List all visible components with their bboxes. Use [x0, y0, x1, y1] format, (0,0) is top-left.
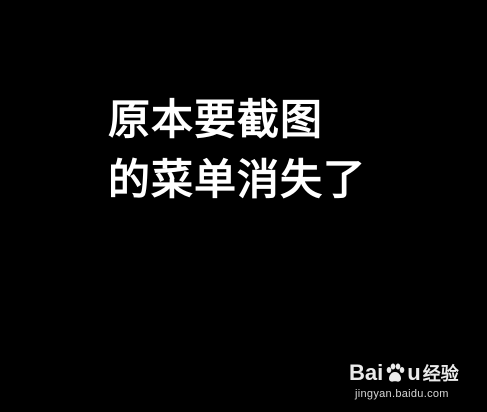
- paw-icon: [386, 363, 405, 382]
- watermark-brand: Bai u 经验: [349, 360, 459, 386]
- caption-line-1: 原本要截图: [108, 95, 324, 144]
- baidu-jingyan-watermark: Bai u 经验 jingyan.baidu.com: [349, 360, 469, 406]
- slide-canvas: 原本要截图 的菜单消失了 Bai u 经验 jingyan.baidu.com: [0, 0, 487, 412]
- caption-text: 原本要截图 的菜单消失了: [108, 90, 366, 210]
- brand-text-right: u: [407, 360, 421, 385]
- brand-text-left: Bai: [349, 360, 384, 385]
- caption-line-2: 的菜单消失了: [108, 155, 367, 204]
- watermark-url: jingyan.baidu.com: [355, 388, 449, 400]
- brand-label: 经验: [422, 364, 459, 385]
